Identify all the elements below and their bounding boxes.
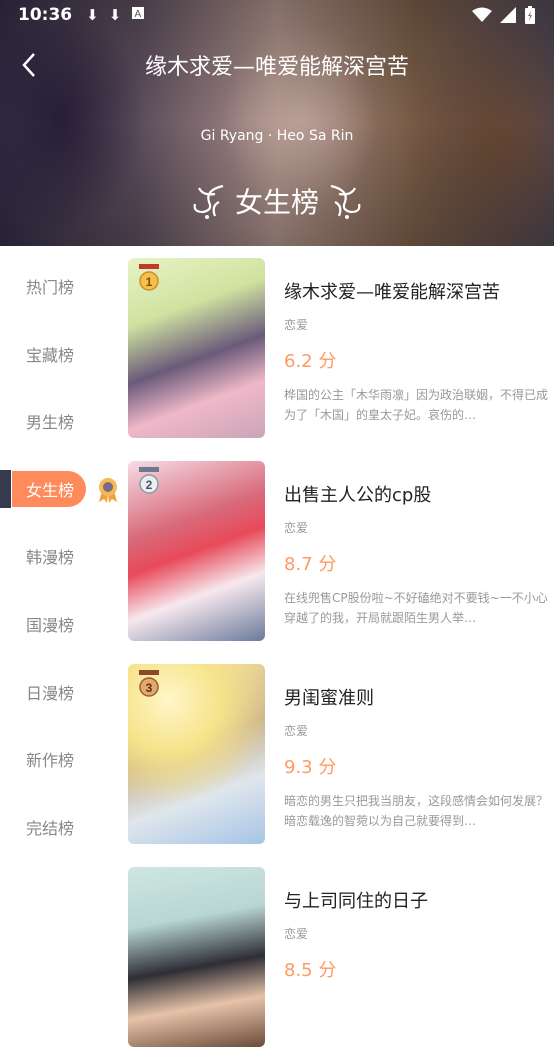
signal-icon bbox=[500, 7, 516, 23]
book-cover: 1 bbox=[128, 258, 265, 438]
rank-sidebar: 热门榜 宝藏榜 男生榜 女生榜 韩漫榜 国漫榜 日漫榜 新作榜 完结榜 bbox=[0, 246, 112, 984]
svg-text:2: 2 bbox=[146, 478, 153, 492]
sidebar-item-korean[interactable]: 韩漫榜 bbox=[0, 536, 112, 576]
svg-text:A: A bbox=[135, 9, 142, 20]
download-icon: ⬇ bbox=[108, 6, 122, 24]
book-card[interactable]: 2 出售主人公的cp股 恋爱 8.7 分 在线兜售CP股份啦~不好磕绝对不要钱~… bbox=[128, 461, 548, 641]
svg-text:1: 1 bbox=[146, 275, 153, 289]
sidebar-item-japanese[interactable]: 日漫榜 bbox=[0, 672, 112, 712]
sidebar-item-male[interactable]: 男生榜 bbox=[0, 401, 112, 441]
sidebar-item-treasure[interactable]: 宝藏榜 bbox=[0, 334, 112, 374]
wifi-icon bbox=[472, 7, 492, 22]
chevron-left-icon bbox=[22, 53, 35, 77]
page-title: 缘木求爱—唯爱能解深宫苦 bbox=[144, 55, 409, 80]
book-score: 8.7 分 bbox=[284, 554, 337, 575]
book-cover: 3 bbox=[128, 664, 265, 844]
book-description: 在线兜售CP股份啦~不好磕绝对不要钱~一不小心穿越了的我，开局就跟陌生男人举… bbox=[284, 591, 548, 625]
book-card[interactable]: 3 男闺蜜准则 恋爱 9.3 分 暗恋的男生只把我当朋友，这段感情会如何发展？暗… bbox=[128, 664, 548, 844]
sidebar-item-label: 日漫榜 bbox=[26, 684, 75, 703]
back-button[interactable] bbox=[14, 48, 44, 82]
rank-category-title: 女生榜 bbox=[0, 180, 554, 222]
battery-icon bbox=[525, 6, 535, 24]
book-cover: 2 bbox=[128, 461, 265, 641]
book-card[interactable]: 与上司同住的日子 恋爱 8.5 分 bbox=[128, 867, 548, 1047]
book-cover bbox=[128, 867, 265, 1047]
rank-title-label: 女生榜 bbox=[234, 186, 319, 219]
sidebar-item-hot[interactable]: 热门榜 bbox=[0, 266, 112, 306]
svg-text:3: 3 bbox=[146, 681, 153, 695]
ornament-right-icon bbox=[330, 184, 361, 219]
sidebar-item-label: 热门榜 bbox=[26, 278, 75, 297]
rank-badge-icon: 2 bbox=[139, 467, 159, 494]
book-title: 男闺蜜准则 bbox=[284, 688, 374, 709]
status-bar: 10:36 ⬇ ⬇ A bbox=[0, 0, 554, 30]
ornament-left-icon bbox=[193, 184, 224, 219]
book-card[interactable]: 1 缘木求爱—唯爱能解深宫苦 恋爱 6.2 分 桦国的公主「木华雨凛」因为政治联… bbox=[128, 258, 548, 438]
book-description: 暗恋的男生只把我当朋友，这段感情会如何发展？暗恋载逸的智菀以为自己就要得到… bbox=[284, 794, 548, 828]
book-genre: 恋爱 bbox=[284, 927, 309, 941]
book-genre: 恋爱 bbox=[284, 318, 309, 332]
rank-badge-icon: 1 bbox=[139, 264, 159, 291]
sidebar-item-label: 国漫榜 bbox=[26, 616, 75, 635]
book-title: 缘木求爱—唯爱能解深宫苦 bbox=[284, 282, 500, 303]
book-title: 与上司同住的日子 bbox=[284, 891, 428, 912]
nav-bar: 缘木求爱—唯爱能解深宫苦 bbox=[0, 40, 554, 90]
sidebar-item-label: 宝藏榜 bbox=[26, 346, 75, 365]
sidebar-item-new[interactable]: 新作榜 bbox=[0, 739, 112, 779]
sidebar-item-female[interactable]: 女生榜 bbox=[0, 469, 112, 509]
authors-text: Gi Ryang · Heo Sa Rin bbox=[200, 128, 354, 144]
sidebar-item-finished[interactable]: 完结榜 bbox=[0, 807, 112, 847]
book-score: 9.3 分 bbox=[284, 757, 337, 778]
notification-icon: A bbox=[131, 6, 145, 24]
book-description: 桦国的公主「木华雨凛」因为政治联姻，不得已成为了「木国」的皇太子妃。哀伤的… bbox=[284, 388, 548, 422]
book-description bbox=[284, 994, 548, 1034]
rank-badge-icon: 3 bbox=[139, 670, 159, 697]
sidebar-item-label: 女生榜 bbox=[26, 481, 75, 500]
book-genre: 恋爱 bbox=[284, 724, 309, 738]
status-time: 10:36 bbox=[18, 5, 73, 25]
book-genre: 恋爱 bbox=[284, 521, 309, 535]
sidebar-item-label: 新作榜 bbox=[26, 751, 75, 770]
sidebar-item-label: 韩漫榜 bbox=[26, 548, 75, 567]
sidebar-item-label: 完结榜 bbox=[26, 819, 75, 838]
book-score: 8.5 分 bbox=[284, 960, 337, 981]
book-score: 6.2 分 bbox=[284, 351, 337, 372]
book-title: 出售主人公的cp股 bbox=[284, 485, 432, 506]
sidebar-item-chinese[interactable]: 国漫榜 bbox=[0, 604, 112, 644]
download-icon: ⬇ bbox=[86, 6, 99, 24]
sidebar-item-label: 男生榜 bbox=[26, 413, 75, 432]
